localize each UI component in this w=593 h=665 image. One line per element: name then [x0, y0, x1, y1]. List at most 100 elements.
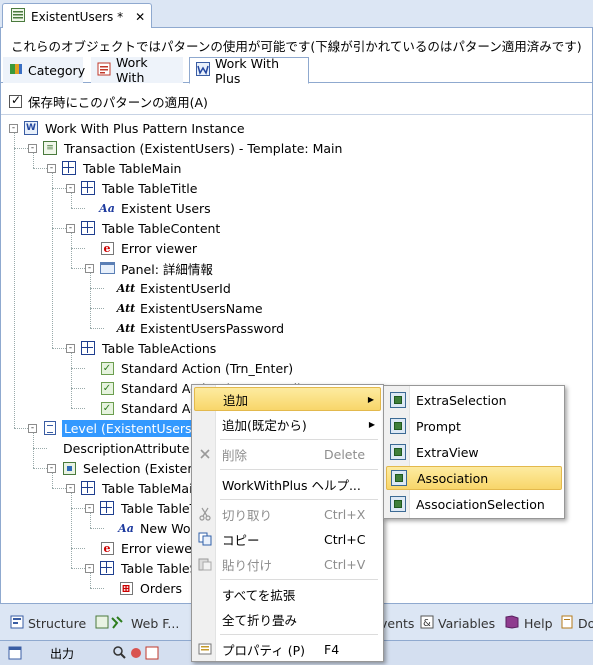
tree-connector: [71, 508, 85, 509]
pattern-instance-icon: W: [23, 120, 39, 136]
menu-item-label: 切り取り: [222, 507, 273, 523]
menu-item[interactable]: 追加(既定から) ▶: [194, 412, 381, 436]
tab-structure[interactable]: Structure: [10, 612, 86, 634]
pattern-node-icon: [391, 470, 407, 486]
menu-item-shortcut: Ctrl+C: [324, 531, 366, 547]
tree-node[interactable]: - Table TableMain: [47, 158, 183, 178]
collapse-toggle-icon[interactable]: -: [85, 263, 94, 273]
tree-node-label: Table TableContent: [102, 220, 221, 236]
cut-icon: [197, 506, 213, 522]
menu-item[interactable]: コピー Ctrl+C: [194, 527, 381, 551]
menu-item-shortcut: F4: [324, 641, 340, 657]
action-icon: ✓: [99, 400, 115, 416]
collapse-toggle-icon[interactable]: -: [66, 483, 75, 493]
menu-separator: [220, 469, 378, 470]
tab-help-label: Help: [524, 615, 553, 631]
document-tab-strip: ExistentUsers * ✕: [0, 0, 593, 29]
tree-connector: [33, 448, 47, 449]
menu-item[interactable]: 全て折り畳み: [194, 607, 381, 631]
submenu-item[interactable]: ExtraView: [386, 440, 562, 464]
tab-help[interactable]: Help: [504, 612, 553, 634]
tree-node-label: Level (ExistentUsers): [62, 419, 199, 437]
submenu-item[interactable]: ExtraSelection: [386, 388, 562, 412]
submenu-item[interactable]: AssociationSelection: [386, 492, 562, 516]
tree-connector: [52, 188, 66, 189]
close-icon[interactable]: ✕: [135, 10, 145, 24]
tree-node[interactable]: e Error viewer: [85, 538, 199, 558]
tree-node[interactable]: - Table TableMain: [66, 478, 202, 498]
tree-node[interactable]: - Table TableTitle: [66, 178, 199, 198]
tree-node[interactable]: ⊞ Orders: [104, 578, 184, 598]
collapse-toggle-icon[interactable]: -: [66, 343, 75, 353]
tree-connector: [71, 208, 85, 209]
submenu-item[interactable]: Prompt: [386, 414, 562, 438]
tab-documentation[interactable]: Do: [560, 612, 593, 634]
menu-item[interactable]: WorkWithPlus ヘルプ...: [194, 472, 381, 496]
collapse-toggle-icon[interactable]: -: [85, 563, 94, 573]
menu-item[interactable]: 貼り付け Ctrl+V: [194, 552, 381, 576]
collapse-toggle-icon[interactable]: -: [28, 423, 37, 433]
tab-work-with-label: Work With: [116, 55, 148, 85]
tree-node[interactable]: Aa Existent Users: [85, 198, 213, 218]
tab-category[interactable]: Category: [3, 57, 86, 83]
panel-icon: [99, 260, 115, 276]
pattern-node-icon: [390, 418, 406, 434]
menu-separator: [220, 579, 378, 580]
menu-item[interactable]: プロパティ (P) F4: [194, 637, 381, 661]
tree-node[interactable]: - Table TableActions: [66, 338, 218, 358]
collapse-toggle-icon[interactable]: -: [66, 183, 75, 193]
menu-item-label: 全て折り畳み: [222, 612, 298, 628]
tree-node[interactable]: Att ExistentUserId: [104, 278, 233, 298]
tree-node[interactable]: e Error viewer: [85, 238, 199, 258]
collapse-toggle-icon[interactable]: -: [47, 463, 56, 473]
tree-connector: [33, 168, 47, 169]
menu-item[interactable]: すべてを拡張: [194, 582, 381, 606]
tree-node[interactable]: - Level (ExistentUsers): [28, 418, 199, 438]
tree-connector: [90, 273, 91, 328]
menu-item-shortcut: Ctrl+X: [324, 506, 366, 522]
menu-item-shortcut: Ctrl+V: [324, 556, 366, 572]
collapse-toggle-icon[interactable]: -: [28, 143, 37, 153]
tree-node[interactable]: - Table TableContent: [66, 218, 222, 238]
tab-events[interactable]: vents: [380, 612, 414, 634]
menu-separator: [220, 634, 378, 635]
tree-node[interactable]: Att ExistentUsersName: [104, 298, 265, 318]
tree-node[interactable]: - W Work With Plus Pattern Instance: [9, 118, 247, 138]
pattern-node-icon: [390, 496, 406, 512]
tree-node-label: ExistentUserId: [140, 280, 231, 296]
collapse-toggle-icon[interactable]: -: [85, 503, 94, 513]
menu-item[interactable]: 切り取り Ctrl+X: [194, 502, 381, 526]
collapse-toggle-icon[interactable]: -: [47, 163, 56, 173]
pattern-node-icon: [390, 444, 406, 460]
apply-on-save-checkbox[interactable]: [9, 93, 22, 108]
tree-connector: [52, 173, 53, 348]
collapse-toggle-icon[interactable]: -: [66, 223, 75, 233]
tab-work-with[interactable]: Work With: [91, 55, 183, 85]
menu-separator: [220, 439, 378, 440]
tree-node[interactable]: Att ExistentUsersPassword: [104, 318, 286, 338]
tree-connector: [52, 488, 66, 489]
delete-icon: [197, 446, 213, 462]
tree-connector: [52, 228, 66, 229]
menu-item[interactable]: 削除 Delete: [194, 442, 381, 466]
tree-node[interactable]: - ≡ Transaction (ExistentUsers) - Template…: [28, 138, 344, 158]
tab-category-label: Category: [28, 62, 86, 78]
tab-web-form[interactable]: Web F...: [95, 612, 179, 634]
menu-item[interactable]: 追加 ▶: [194, 387, 381, 411]
tab-work-with-plus[interactable]: Work With Plus: [189, 56, 309, 86]
tree-node[interactable]: ✓ Standard Action (Trn_Enter): [85, 358, 295, 378]
tree-connector: [14, 428, 28, 429]
tree-node[interactable]: - Panel: 詳細情報: [85, 258, 215, 278]
output-label[interactable]: 出力: [50, 645, 74, 662]
tree-node-label: Table TableMain: [83, 160, 182, 176]
tab-documentation-label: Do: [578, 615, 593, 631]
submenu-item[interactable]: Association: [386, 466, 562, 490]
find-icon[interactable]: [112, 645, 162, 664]
submenu-item-label: Prompt: [416, 418, 461, 434]
error-viewer-icon: e: [99, 240, 115, 256]
apply-on-save-row[interactable]: 保存時にこのパターンの適用(A): [9, 92, 208, 111]
tree-connector: [52, 348, 66, 349]
collapse-toggle-icon[interactable]: -: [9, 123, 18, 133]
document-tab-existentusers[interactable]: ExistentUsers * ✕: [2, 3, 152, 29]
tab-variables[interactable]: & Variables: [420, 612, 495, 634]
